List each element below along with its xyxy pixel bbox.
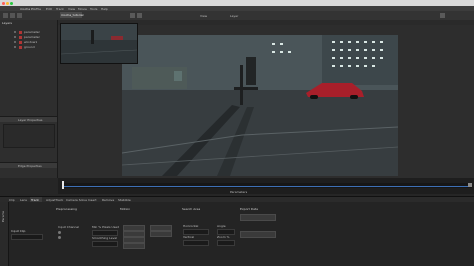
- project-tab-label: mocha_tutorial: [61, 13, 84, 17]
- playhead-icon[interactable]: [62, 181, 64, 189]
- track-backward-icon[interactable]: [130, 13, 135, 18]
- inset-scene: [61, 24, 137, 63]
- select-tool-icon[interactable]: [3, 13, 8, 18]
- menu-item-help[interactable]: Help: [101, 7, 108, 11]
- preprocessing-heading: Preprocessing: [56, 207, 77, 211]
- input-clip-select[interactable]: [11, 234, 43, 240]
- search-area-heading: Search Area: [182, 207, 201, 211]
- layer-name: window1: [24, 40, 38, 44]
- visibility-icon[interactable]: [14, 36, 16, 38]
- out-point-marker[interactable]: [468, 183, 472, 187]
- auto-channel-radio[interactable]: [58, 236, 61, 239]
- zoom-window-icon[interactable]: [10, 1, 13, 5]
- params-sidebar-label: Params: [1, 210, 5, 222]
- params-sidebar: Params: [0, 202, 9, 266]
- layer-color-swatch: [19, 45, 22, 49]
- menu-item-edit[interactable]: Edit: [46, 7, 52, 11]
- layer-label: Layer: [230, 14, 239, 18]
- layer-name: parameter: [24, 30, 40, 34]
- menu-item-tools[interactable]: Tools: [90, 7, 97, 11]
- menu-item-track[interactable]: Track: [56, 7, 64, 11]
- zoom-label: Zoom %: [217, 235, 230, 239]
- input-clip-heading: Input Clip: [11, 229, 26, 233]
- pan-tool-icon[interactable]: [10, 13, 15, 18]
- reference-inset[interactable]: [60, 23, 138, 64]
- large-motion-checkbox[interactable]: [150, 231, 172, 237]
- timeline-label: Parameters: [230, 190, 248, 194]
- layer-row[interactable]: parameter: [2, 35, 55, 39]
- layer-properties-body: [3, 124, 55, 148]
- export-data-heading: Export Data: [240, 207, 258, 211]
- smoothing-label: Smoothing Level: [92, 236, 118, 240]
- visibility-icon[interactable]: [14, 41, 16, 43]
- track-forward-icon[interactable]: [137, 13, 142, 18]
- close-window-icon[interactable]: [2, 1, 5, 5]
- edge-properties-label: Edge Properties: [18, 163, 42, 168]
- clip-frame[interactable]: [122, 35, 398, 176]
- layer-row[interactable]: parameter: [2, 30, 55, 34]
- luminance-radio[interactable]: [58, 231, 61, 234]
- motion-heading: Motion: [120, 207, 131, 211]
- zoom-field[interactable]: [217, 240, 235, 246]
- menu-item[interactable]: mocha Pro: [20, 7, 36, 11]
- layer-color-swatch: [19, 35, 22, 39]
- settings-icon[interactable]: [440, 13, 445, 18]
- horizontal-label: Horizontal: [183, 224, 199, 228]
- smoothing-field[interactable]: [92, 241, 118, 247]
- shear-checkbox[interactable]: [123, 243, 145, 249]
- track-range-bar: [62, 186, 472, 187]
- menu-item-view[interactable]: View: [68, 7, 75, 11]
- min-pixels-label: Min % Pixels Used: [92, 225, 120, 229]
- layers-panel-title: Layers: [2, 21, 12, 25]
- layer-color-swatch: [19, 30, 22, 34]
- zoom-tool-icon[interactable]: [17, 13, 22, 18]
- input-channel-label: Input Channel: [58, 225, 80, 229]
- vertical-field[interactable]: [183, 240, 209, 246]
- layer-row[interactable]: window1: [2, 40, 55, 44]
- parameters-panel: [0, 202, 474, 266]
- view-label: View: [200, 14, 208, 18]
- layer-row[interactable]: ground: [2, 45, 55, 49]
- menu-item-file[interactable]: File: [36, 7, 41, 11]
- visibility-icon[interactable]: [14, 46, 16, 48]
- vertical-label: Vertical: [183, 235, 195, 239]
- layer-name: parameter: [24, 35, 40, 39]
- export-shape-data-button[interactable]: [240, 231, 276, 238]
- project-tab[interactable]: mocha_tutorial: [60, 12, 84, 18]
- angle-label: Angle: [217, 224, 226, 228]
- visibility-icon[interactable]: [14, 31, 16, 33]
- layer-properties-label: Layer Properties: [18, 117, 43, 122]
- layer-color-swatch: [19, 40, 22, 44]
- export-tracking-data-button[interactable]: [240, 214, 276, 221]
- menu-item-movie[interactable]: Movie: [78, 7, 87, 11]
- minimize-window-icon[interactable]: [6, 1, 9, 5]
- parking-lot-scene: [122, 35, 398, 176]
- layer-name: ground: [24, 45, 35, 49]
- layer-properties-header[interactable]: Layer Properties: [0, 116, 57, 122]
- edge-properties-header[interactable]: Edge Properties: [0, 162, 57, 168]
